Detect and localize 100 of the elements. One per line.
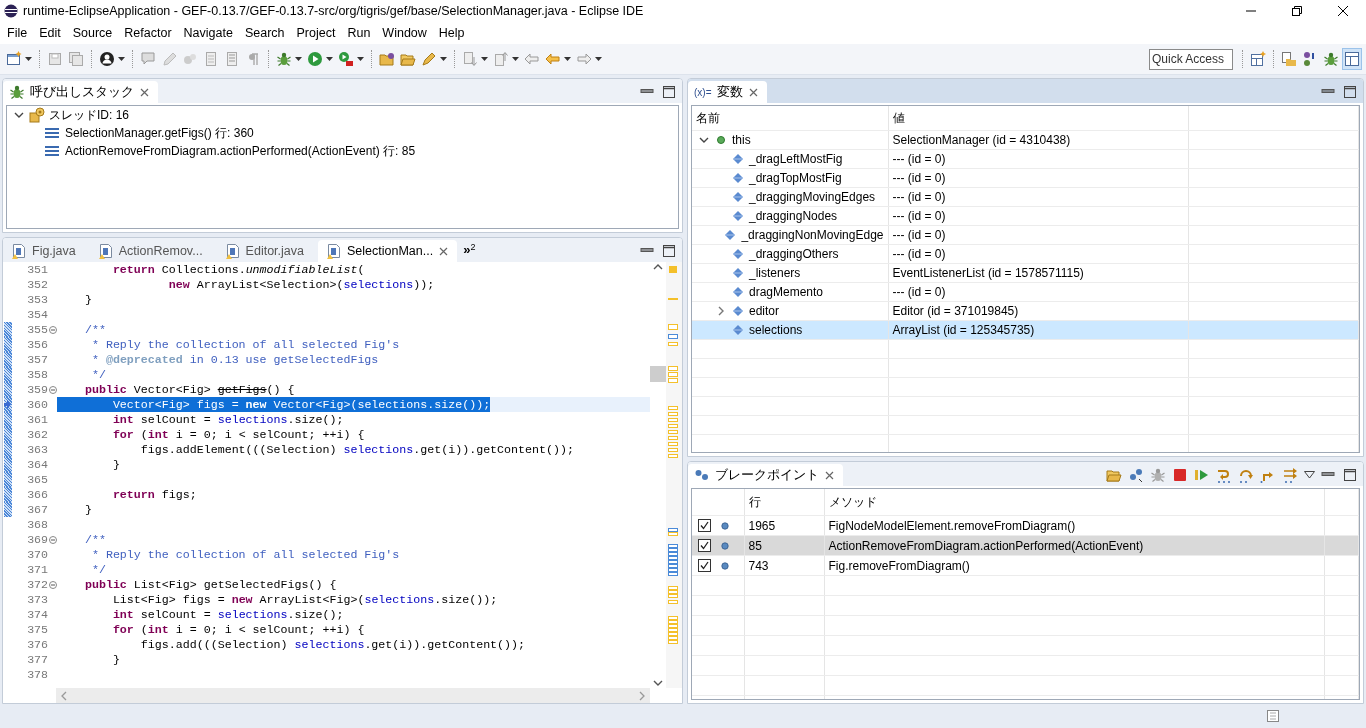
run-icon[interactable] — [307, 51, 323, 67]
checkbox[interactable] — [698, 559, 711, 572]
quick-access-field[interactable]: Quick Access — [1149, 48, 1233, 70]
line-number: 372 — [26, 578, 49, 591]
view-tab[interactable]: (x)= 変数 — [688, 81, 767, 103]
caret-icon[interactable] — [118, 57, 125, 61]
code-line: */ — [90, 367, 106, 382]
editor-tab[interactable]: Editor.java — [216, 240, 318, 262]
chevron-up-icon[interactable] — [653, 262, 663, 272]
stop-icon[interactable] — [1172, 467, 1188, 483]
caret-icon[interactable] — [481, 57, 488, 61]
caret-icon[interactable] — [357, 57, 364, 61]
editor-tab[interactable]: ActionRemov... — [89, 240, 217, 262]
variable-name[interactable]: _draggingMovingEdges — [749, 190, 876, 204]
caret-icon[interactable] — [326, 57, 333, 61]
close-icon[interactable] — [139, 86, 150, 98]
scroll-thumb[interactable] — [650, 366, 666, 382]
variable-value: --- (id = 0) — [888, 206, 1188, 226]
editor-tab[interactable]: Fig.java — [3, 240, 90, 262]
menu-item[interactable]: Window — [376, 24, 433, 42]
resume-icon[interactable] — [1194, 467, 1210, 483]
thread-label[interactable]: スレッドID: 16 — [49, 106, 129, 124]
variable-name[interactable]: _listeners — [749, 266, 801, 280]
caret-icon[interactable] — [295, 57, 302, 61]
close-icon[interactable] — [438, 245, 450, 257]
menu-item[interactable]: Refactor — [118, 24, 178, 42]
column-header[interactable]: メソッド — [824, 489, 1324, 516]
bug-icon[interactable] — [276, 51, 292, 67]
caret-icon[interactable] — [564, 57, 571, 61]
caret-icon[interactable] — [595, 57, 602, 61]
column-header[interactable]: 値 — [888, 106, 1188, 131]
maximize-icon[interactable] — [1343, 468, 1357, 482]
variable-name[interactable]: _draggingNonMovingEdge — [741, 228, 884, 242]
curved-arrow-icon[interactable] — [1216, 467, 1232, 483]
checkbox[interactable] — [698, 519, 711, 532]
column-header[interactable]: 名前 — [692, 106, 888, 131]
menu-item[interactable]: Search — [238, 24, 291, 42]
back-arrow-icon[interactable] — [524, 51, 540, 67]
arrows-icon[interactable] — [1282, 467, 1298, 483]
new-window-icon[interactable] — [6, 51, 22, 67]
chevron-down-icon[interactable] — [653, 678, 663, 688]
run-tool-icon[interactable] — [338, 51, 354, 67]
variable-name[interactable]: _draggingOthers — [749, 247, 839, 261]
menu-item[interactable]: Help — [432, 24, 471, 42]
variable-name[interactable]: selections — [749, 323, 803, 337]
pen-icon[interactable] — [421, 51, 437, 67]
bug-icon[interactable] — [1150, 467, 1166, 483]
menu-item[interactable]: Source — [66, 24, 119, 42]
person-icon[interactable] — [99, 51, 115, 67]
maximize-icon[interactable] — [662, 244, 676, 258]
view-tab[interactable]: 呼び出しスタック — [3, 81, 158, 103]
stack-frame-label[interactable]: SelectionManager.getFigs() 行: 360 — [65, 124, 254, 142]
variable-name[interactable]: dragMemento — [749, 285, 824, 299]
maximize-icon[interactable] — [1343, 85, 1357, 99]
menu-item[interactable]: Edit — [33, 24, 67, 42]
column-header[interactable]: 行 — [744, 489, 824, 516]
breakpoints-icon[interactable] — [1128, 467, 1144, 483]
caret-icon[interactable] — [25, 57, 32, 61]
collapse-icon[interactable] — [49, 580, 57, 589]
code-line: } — [83, 292, 92, 307]
close-icon[interactable] — [747, 86, 759, 98]
collapse-icon[interactable] — [49, 325, 57, 334]
status-icon[interactable] — [1266, 709, 1280, 723]
editor-tab[interactable]: SelectionMan... — [318, 240, 458, 262]
view-menu-icon[interactable] — [1304, 471, 1315, 479]
caret-icon[interactable] — [440, 57, 447, 61]
variable-name[interactable]: _draggingNodes — [749, 209, 838, 223]
line-number: 367 — [26, 503, 49, 516]
bug-icon[interactable] — [1323, 51, 1339, 67]
line-number: 370 — [26, 548, 49, 561]
layout-icon[interactable] — [1344, 51, 1360, 67]
curved-arrow-icon[interactable] — [1238, 467, 1254, 483]
line-number: 374 — [26, 608, 49, 621]
menu-item[interactable]: File — [1, 24, 34, 42]
method-cell[interactable]: FigNodeModelElement.removeFromDiagram() — [824, 515, 1324, 536]
line-number: 359 — [26, 383, 49, 396]
method-cell[interactable]: Fig.removeFromDiagram() — [824, 555, 1324, 576]
method-cell[interactable]: ActionRemoveFromDiagram.actionPerformed(ActionEvent) — [824, 535, 1324, 556]
folder-icon[interactable] — [379, 51, 395, 67]
collapse-icon[interactable] — [49, 535, 57, 544]
variable-name[interactable]: this — [732, 133, 751, 147]
document-folder-icon[interactable] — [1281, 51, 1297, 67]
open-folder-icon[interactable] — [400, 51, 416, 67]
stack-frame-label[interactable]: ActionRemoveFromDiagram.actionPerformed(ActionEvent) 行: 85 — [65, 142, 416, 160]
checkbox[interactable] — [698, 539, 711, 552]
menu-item[interactable]: Navigate — [177, 24, 239, 42]
close-icon[interactable] — [824, 469, 835, 481]
open-perspective-icon[interactable] — [1250, 51, 1266, 67]
field-icon — [732, 286, 744, 298]
variable-name[interactable]: editor — [749, 304, 780, 318]
maximize-icon[interactable] — [662, 85, 676, 99]
open-folder-icon[interactable] — [1106, 467, 1122, 483]
menu-item[interactable]: Project — [290, 24, 342, 42]
variable-name[interactable]: _dragLeftMostFig — [749, 152, 843, 166]
variable-name[interactable]: _dragTopMostFig — [749, 171, 842, 185]
view-tab[interactable]: ブレークポイント — [688, 464, 843, 486]
menu-item[interactable]: Run — [341, 24, 377, 42]
caret-icon[interactable] — [512, 57, 519, 61]
collapse-icon[interactable] — [49, 385, 57, 394]
code-line: * Reply the collection of all selected Fig's — [90, 547, 400, 562]
